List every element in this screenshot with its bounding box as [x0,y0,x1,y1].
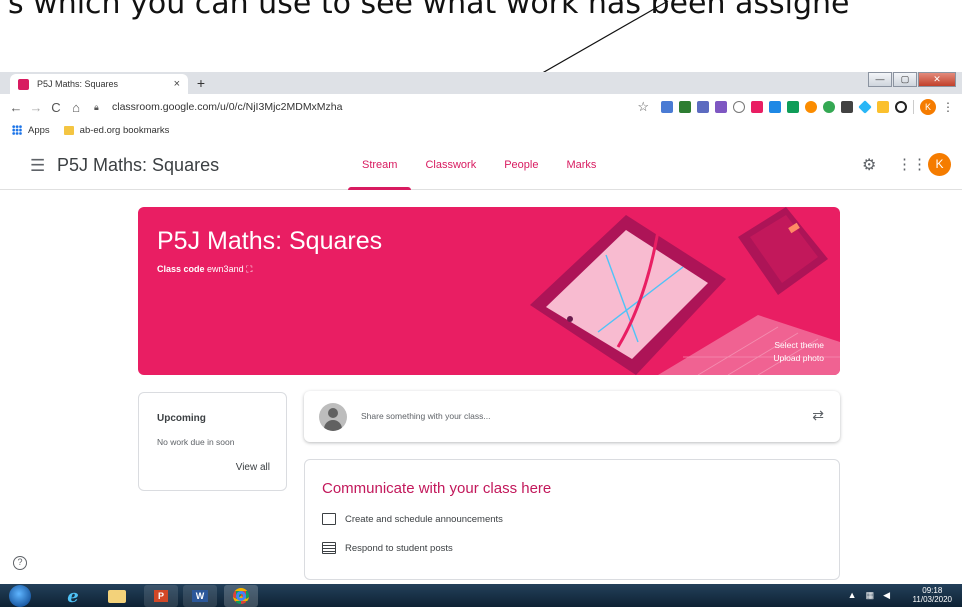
extension-icons: ☆ K ⋮ [637,99,954,115]
close-window-button[interactable]: ✕ [918,72,956,87]
view-all-link[interactable]: View all [236,462,270,473]
banner-title: P5J Maths: Squares [157,227,383,255]
list-item: Respond to student posts [322,542,453,554]
upcoming-title: Upcoming [157,413,206,424]
browser-tab-strip: P5J Maths: Squares × + — ▢ ✕ [0,72,962,94]
tab-stream[interactable]: Stream [348,140,412,190]
window-controls: — ▢ ✕ [868,72,956,87]
lock-icon: 🔒︎ [94,101,99,112]
browser-toolbar: ← → C ⌂ 🔒︎ classroom.google.com/u/0/c/Nj… [0,94,962,120]
network-icon[interactable]: ▦ [866,590,875,601]
fullscreen-icon[interactable]: ⛶ [246,264,252,274]
upload-photo-link[interactable]: Upload photo [773,353,824,363]
list-item: Create and schedule announcements [322,513,503,525]
class-code-value: ewn3and [207,264,244,274]
clock-date: 11/03/2020 [912,595,952,604]
browser-tab-title: P5J Maths: Squares [37,79,119,89]
list-item-label: Respond to student posts [345,542,453,554]
extension-translate-icon[interactable] [661,101,673,113]
extension-docs-icon[interactable] [715,101,727,113]
caption-text: s which you can use to see what work has… [8,0,850,21]
tab-people[interactable]: People [490,140,552,190]
extension-folder-icon[interactable] [877,101,889,113]
extension-clock-icon[interactable] [733,101,745,113]
start-button[interactable] [9,585,31,607]
default-avatar-icon [319,403,347,431]
browser-tab[interactable]: P5J Maths: Squares × [10,74,188,94]
new-tab-button[interactable]: + [192,75,210,91]
extension-diamond-icon[interactable] [858,100,872,114]
forward-arrow-icon[interactable]: → [26,100,46,115]
help-icon[interactable]: ? [13,556,27,570]
communicate-card: Communicate with your class here Create … [304,459,840,580]
minimize-button[interactable]: — [868,72,892,87]
list-item-label: Create and schedule announcements [345,513,503,525]
class-code-label: Class code [157,264,205,274]
class-title[interactable]: P5J Maths: Squares [57,155,219,176]
classroom-favicon-icon [18,78,29,90]
address-bar[interactable]: classroom.google.com/u/0/c/NjI3Mjc2MDMxM… [112,101,343,113]
hamburger-menu-icon[interactable]: ☰ [30,156,45,176]
tab-marks[interactable]: Marks [552,140,610,190]
toolbar-separator [913,100,914,114]
classroom-header: ☰ P5J Maths: Squares Stream Classwork Pe… [0,140,962,190]
extension-circle-icon[interactable] [895,101,907,113]
upcoming-card: Upcoming No work due in soon View all [138,392,287,491]
bookmark-folder-icon [63,125,74,135]
file-explorer-icon[interactable] [100,585,134,607]
apps-grid-icon[interactable] [12,125,22,135]
extension-classroom-icon[interactable] [679,101,691,113]
extension-drive-icon[interactable] [769,101,781,113]
back-arrow-icon[interactable]: ← [6,100,26,115]
bookmark-apps[interactable]: Apps [28,125,50,136]
extension-screen-icon[interactable] [841,101,853,113]
browser-menu-icon[interactable]: ⋮ [942,100,954,114]
clock-time: 09:18 [922,586,943,595]
bookmark-ab-ed[interactable]: ab-ed.org bookmarks [80,125,170,136]
settings-gear-icon[interactable]: ⚙ [862,155,876,175]
maximize-button[interactable]: ▢ [893,72,917,87]
extension-slack-icon[interactable] [751,101,763,113]
profile-avatar-icon[interactable]: K [920,99,936,115]
student-posts-icon [322,542,336,554]
tab-close-icon[interactable]: × [174,78,180,90]
share-box[interactable]: Share something with your class... ⇄ [304,391,840,442]
tab-classwork[interactable]: Classwork [411,140,490,190]
bookmark-star-icon[interactable]: ☆ [637,99,649,115]
extension-chat-icon[interactable] [823,101,835,113]
system-tray: ▲ ▦ ◀︎ [848,590,890,601]
bookmarks-bar: Apps ab-ed.org bookmarks [0,120,962,140]
class-nav-tabs: Stream Classwork People Marks [348,140,610,190]
ie-icon[interactable]: e [56,585,90,607]
volume-icon[interactable]: ◀︎ [883,590,890,601]
communicate-title: Communicate with your class here [322,480,552,497]
extension-sheets-icon[interactable] [787,101,799,113]
repost-icon[interactable]: ⇄ [812,407,824,424]
powerpoint-icon[interactable]: P [144,585,178,607]
reload-icon[interactable]: C [46,100,66,115]
word-icon[interactable]: W [183,585,217,607]
windows-taskbar: e P W ▲ ▦ ◀︎ 09:18 11/03/2020 [0,584,962,607]
class-code: Class code ewn3and ⛶ [157,264,252,275]
user-avatar[interactable]: K [928,153,951,176]
announcement-icon [322,513,336,525]
share-placeholder[interactable]: Share something with your class... [361,411,490,421]
tray-expand-icon[interactable]: ▲ [848,590,857,601]
class-banner: P5J Maths: Squares Class code ewn3and ⛶ … [138,207,840,375]
chrome-icon[interactable] [224,585,258,607]
apps-launcher-icon[interactable]: ⋮⋮ [897,155,927,173]
extension-keep-icon[interactable] [697,101,709,113]
select-theme-link[interactable]: Select theme [774,340,824,350]
clock[interactable]: 09:18 11/03/2020 [913,586,952,604]
upcoming-empty-text: No work due in soon [157,437,235,447]
home-icon[interactable]: ⌂ [66,100,86,115]
extension-check-icon[interactable] [805,101,817,113]
